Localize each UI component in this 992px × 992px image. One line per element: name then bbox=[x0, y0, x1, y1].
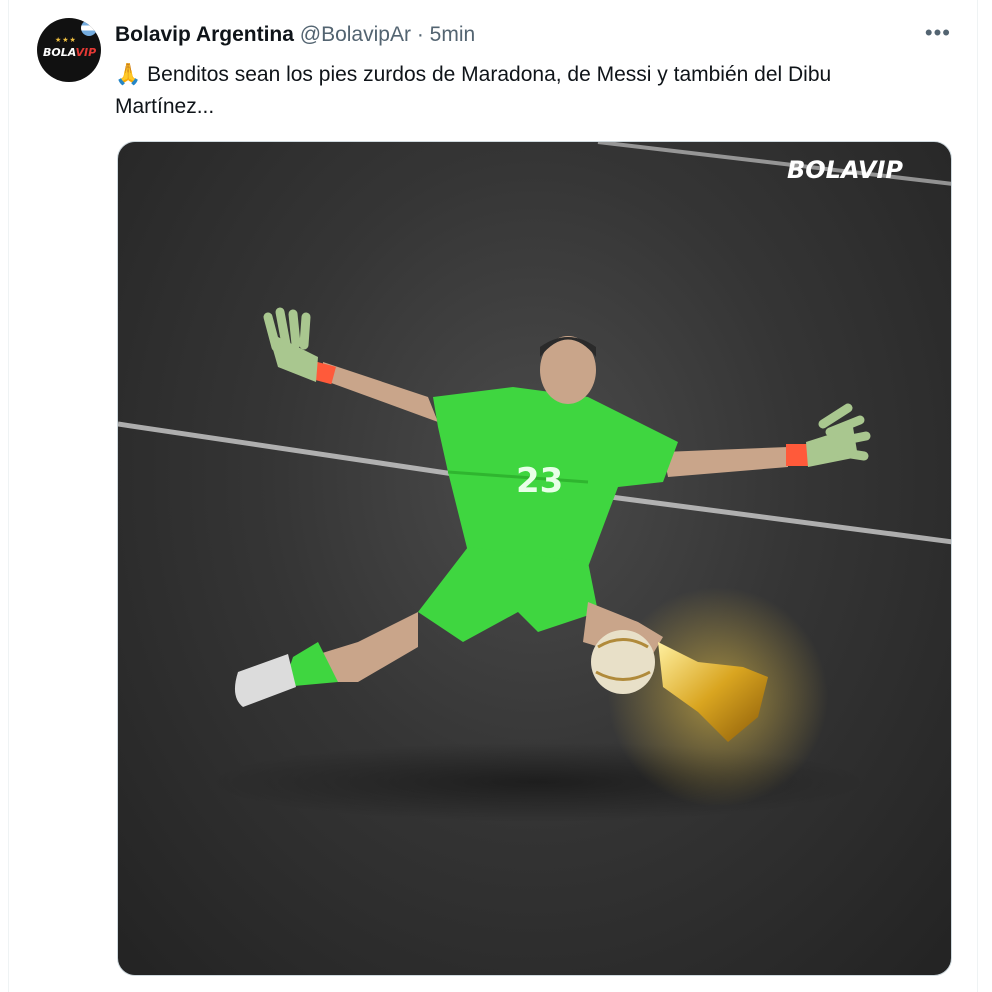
timestamp[interactable]: 5min bbox=[430, 23, 476, 46]
tweet-card[interactable]: ★★★ BOLAVIP Bolavip Argentina @BolavipAr… bbox=[8, 0, 978, 992]
media-artwork: 23 BOLAVIP bbox=[118, 142, 951, 822]
account-avatar[interactable]: ★★★ BOLAVIP bbox=[37, 18, 101, 82]
tweet-text: 🙏 Benditos sean los pies zurdos de Marado… bbox=[115, 58, 935, 123]
stars-icon: ★★★ bbox=[55, 37, 77, 44]
separator: · bbox=[416, 23, 424, 46]
praying-hands-emoji: 🙏 bbox=[115, 62, 142, 86]
display-name[interactable]: Bolavip Argentina bbox=[115, 23, 294, 46]
tweet-media-image[interactable]: 23 BOLAVIP bbox=[117, 141, 952, 976]
argentina-flag-icon bbox=[81, 20, 97, 36]
bolavip-watermark: BOLAVIP bbox=[787, 156, 903, 184]
tweet-header: Bolavip Argentina @BolavipAr · 5min bbox=[115, 22, 475, 48]
tweet-body: Benditos sean los pies zurdos de Maradon… bbox=[115, 63, 832, 118]
jersey-number: 23 bbox=[516, 461, 563, 501]
more-options-icon[interactable]: ••• bbox=[925, 22, 951, 44]
handle[interactable]: @BolavipAr bbox=[300, 23, 411, 46]
avatar-logo: BOLAVIP bbox=[43, 46, 97, 59]
